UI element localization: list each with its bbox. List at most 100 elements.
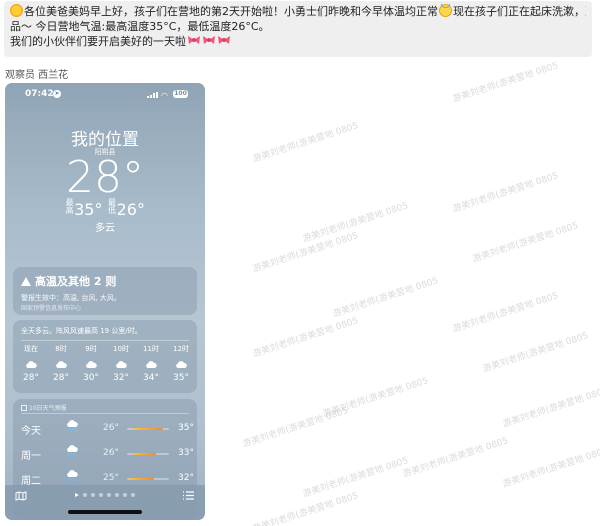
page-dot bbox=[99, 493, 103, 497]
hour-temp: 34° bbox=[143, 373, 159, 383]
watermark-text: 游美刘老师(游美营地 0805 bbox=[301, 456, 410, 500]
watermark-text: 游美刘老师(游美营地 0805 bbox=[501, 446, 600, 490]
watermark-text: 游美刘老师(游美营地 0805 bbox=[251, 316, 360, 360]
cloud-icon bbox=[67, 445, 78, 452]
hour-time: 10时 bbox=[113, 345, 129, 353]
watermark-text: 游美刘老师(游美营地 0805 bbox=[501, 386, 600, 430]
halo-face-emoji-icon bbox=[439, 4, 452, 17]
day-low: 26° bbox=[103, 448, 119, 458]
watermark-text: 游美刘老师(游美营地 0805 bbox=[451, 171, 560, 215]
location-arrow-icon: ➤ bbox=[53, 90, 61, 98]
page-dot bbox=[83, 493, 87, 497]
alert-body: 警报生效中：高温, 台风, 大风。 bbox=[21, 294, 121, 302]
wifi-icon: ◠ bbox=[161, 91, 168, 100]
hour-column: 11时 34° bbox=[136, 344, 166, 383]
day-low: 25° bbox=[103, 473, 119, 483]
calendar-icon bbox=[21, 405, 27, 411]
high-temp: 35° bbox=[74, 200, 103, 219]
hour-temp: 30° bbox=[83, 373, 99, 383]
hour-temp: 32° bbox=[113, 373, 129, 383]
home-indicator bbox=[68, 510, 142, 514]
day-icon: 75% bbox=[65, 469, 79, 484]
message-line-3: 我们的小伙伴们要开启美好的一天啦 bbox=[10, 34, 586, 49]
day-high: 33° bbox=[178, 448, 194, 458]
page-dots[interactable] bbox=[5, 493, 205, 497]
cloud-icon bbox=[176, 361, 187, 368]
bow-emoji-icon bbox=[218, 36, 230, 44]
message-text-3: 我们的小伙伴们要开启美好的一天啦 bbox=[10, 35, 186, 48]
message-line-1: 各位美爸美妈早上好，孩子们在营地的第2天开始啦！小勇士们昨晚和今早体温均正常 现在… bbox=[10, 4, 586, 19]
page-dot bbox=[107, 493, 111, 497]
cloud-icon bbox=[116, 361, 127, 368]
day-low: 26° bbox=[103, 423, 119, 433]
chat-message-bubble[interactable]: 各位美爸美妈早上好，孩子们在营地的第2天开始啦！小勇士们昨晚和今早体温均正常 现在… bbox=[4, 1, 592, 57]
cloud-icon bbox=[67, 470, 78, 477]
watermark-text: 游美刘老师(游美营地 0805 bbox=[251, 121, 360, 165]
hour-column: 9时 30° bbox=[76, 344, 106, 383]
page-dot bbox=[91, 493, 95, 497]
hourly-summary: 全天多云。阵风风速最高 19 公里/时。 bbox=[21, 327, 142, 335]
temp-range-fill bbox=[129, 478, 155, 480]
day-high: 35° bbox=[178, 423, 194, 433]
weather-screenshot-image[interactable]: 07:42 ➤ ◠ 100 我的位置 阳朔县 28° 最高35° 最低26° 多… bbox=[5, 83, 205, 520]
day-name: 今天 bbox=[21, 426, 41, 437]
temp-range-fill bbox=[133, 428, 163, 430]
high-label: 最高 bbox=[65, 198, 74, 215]
temp-range-fill bbox=[133, 453, 157, 455]
divider bbox=[21, 340, 189, 341]
watermark-text: 游美刘老师(游美营地 0805 bbox=[331, 276, 440, 320]
hour-temp: 35° bbox=[173, 373, 189, 383]
watermark-text: 游美刘老师(游美营地 0805 bbox=[481, 331, 590, 375]
list-icon[interactable] bbox=[183, 491, 194, 500]
day-icon: 75% bbox=[65, 419, 79, 434]
precip-chance: 75% bbox=[66, 453, 78, 459]
sender-name: 观察员 西兰花 bbox=[5, 70, 69, 81]
daily-header: 10日天气预报 bbox=[21, 403, 67, 412]
hour-time: 12时 bbox=[173, 345, 189, 353]
page-dot bbox=[115, 493, 119, 497]
high-low-temperature: 最高35° 最低26° bbox=[5, 198, 205, 220]
page-dot bbox=[123, 493, 127, 497]
hour-time: 8时 bbox=[55, 345, 67, 353]
cloud-icon bbox=[67, 420, 78, 427]
warning-icon bbox=[21, 277, 31, 286]
alert-source: 国家预警信息发布中心 bbox=[21, 305, 82, 312]
hour-column: 现在 28° bbox=[16, 344, 46, 383]
hour-time: 9时 bbox=[85, 345, 97, 353]
day-icon: 75% bbox=[65, 444, 79, 459]
watermark-text: 游美刘老师(游美营地 0805 bbox=[451, 291, 560, 335]
hourly-forecast-card[interactable]: 全天多云。阵风风速最高 19 公里/时。 现在 28° 8时 28° 9时 30° 10时 3… bbox=[13, 320, 197, 393]
message-line-2: 品～ 今日营地气温:最高温度35°C，最低温度26°C。 bbox=[10, 20, 270, 33]
daily-row: 今天 75% 26° 35° bbox=[13, 417, 197, 441]
alert-title: 高温及其他 2 则 bbox=[21, 273, 116, 289]
watermark-text: 游美刘老师(游美营地 0805 bbox=[321, 376, 430, 420]
hour-time: 11时 bbox=[143, 345, 159, 353]
temp-range-bar bbox=[127, 428, 169, 430]
precip-chance: 75% bbox=[66, 478, 78, 484]
temp-range-bar bbox=[127, 453, 169, 455]
temp-range-bar bbox=[127, 478, 169, 480]
cloud-icon bbox=[56, 361, 67, 368]
day-name: 周一 bbox=[21, 451, 41, 462]
watermark-text: 游美刘老师(游美营地 0805 bbox=[301, 201, 410, 245]
alert-title-text: 高温及其他 2 则 bbox=[35, 275, 117, 288]
hour-temp: 28° bbox=[53, 373, 69, 383]
bow-emoji-icon bbox=[203, 36, 215, 44]
message-text-1: 各位美爸美妈早上好，孩子们在营地的第2天开始啦！小勇士们昨晚和今早体温均正常 bbox=[24, 5, 438, 18]
weather-alert-card[interactable]: 高温及其他 2 则 警报生效中：高温, 台风, 大风。 国家预警信息发布中心 bbox=[13, 267, 197, 315]
low-temp: 26° bbox=[116, 200, 145, 219]
message-text-1b: 现在孩子们正在起床洗漱，准备上午所需物 bbox=[453, 5, 586, 18]
cloud-icon bbox=[86, 361, 97, 368]
watermark-text: 游美刘老师(游美营地 0805 bbox=[251, 491, 360, 526]
hour-column: 12时 35° bbox=[166, 344, 196, 383]
hour-column: 10时 32° bbox=[106, 344, 136, 383]
watermark-text: 游美刘老师(游美营地 0805 bbox=[401, 436, 510, 480]
watermark-text: 游美刘老师(游美营地 0805 bbox=[451, 61, 560, 105]
signal-icon bbox=[147, 92, 158, 98]
divider bbox=[21, 413, 189, 414]
watermark-text: 游美刘老师(游美营地 0805 bbox=[241, 406, 350, 450]
hour-temp: 28° bbox=[23, 373, 39, 383]
hour-time: 现在 bbox=[24, 345, 38, 353]
hour-column: 8时 28° bbox=[46, 344, 76, 383]
watermark-text: 游美刘老师(游美营地 0805 bbox=[471, 221, 580, 265]
